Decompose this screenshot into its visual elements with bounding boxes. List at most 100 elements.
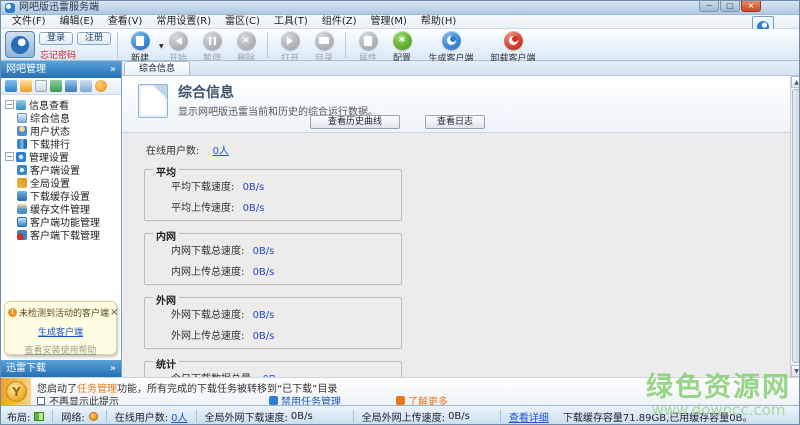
thunder-download-section[interactable]: 迅雷下载 »: [1, 360, 121, 377]
online-users-link[interactable]: 0人: [213, 146, 229, 157]
info-view-icon: [16, 100, 26, 110]
minimize-button[interactable]: −: [699, 1, 719, 12]
menu-help[interactable]: 帮助(H): [414, 15, 463, 29]
sidebar-toolbar-button-3[interactable]: [35, 80, 47, 92]
delete-button[interactable]: × 删除: [229, 31, 263, 64]
statusbar-divider: [353, 410, 354, 422]
sidebar-header-label: 网吧管理: [6, 61, 46, 78]
scrollbar-thumb[interactable]: [792, 89, 800, 363]
stat-row: 外网上传总速度: 0B/s: [171, 327, 401, 342]
open-button[interactable]: 打开: [273, 31, 307, 64]
menu-manage[interactable]: 管理(M): [363, 15, 413, 29]
statusbar-divider: [52, 410, 53, 422]
network-status: 网络:: [61, 409, 97, 424]
stat-row: 平均上传速度: 0B/s: [171, 199, 401, 214]
overview-content: 在线用户数: 0人 平均 平均下载速度: 0B/s 平均上传速度: 0B/s 内: [122, 133, 800, 377]
sidebar-toolbar-button-1[interactable]: [5, 80, 17, 92]
install-help-link[interactable]: 查看安装使用帮助: [8, 343, 113, 356]
config-gear-icon: *: [393, 31, 412, 50]
manage-settings-icon: [16, 152, 26, 162]
sidebar-toolbar-button-6[interactable]: [80, 80, 92, 92]
pause-icon: [203, 31, 222, 50]
generate-client-button[interactable]: 生成客户端: [423, 31, 479, 64]
sidebar-toolbar-button-5[interactable]: [65, 80, 77, 92]
sidebar-toolbar-button-2[interactable]: [20, 80, 32, 92]
chevron-double-icon[interactable]: »: [110, 360, 116, 377]
menu-file[interactable]: 文件(F): [5, 15, 53, 29]
maximize-button[interactable]: □: [720, 1, 740, 12]
scroll-up-icon[interactable]: ▲: [791, 76, 800, 88]
overview-page-icon: [138, 84, 168, 118]
uninstall-client-button[interactable]: 卸载客户端: [485, 31, 541, 64]
toolbar-separator: [267, 32, 268, 58]
tree-item-client-download-manage[interactable]: 客户端下载管理: [3, 228, 121, 241]
cache-file-icon: [17, 204, 27, 214]
open-icon: [281, 31, 300, 50]
sidebar-header[interactable]: 网吧管理 »: [1, 61, 121, 78]
menu-edit[interactable]: 编辑(E): [53, 15, 101, 29]
navigation-tree: − 信息查看 综合信息 用户状态 下载排行 −: [1, 95, 121, 241]
vertical-scrollbar[interactable]: ▲ ▼: [790, 76, 800, 377]
config-button[interactable]: * 配置: [385, 31, 419, 64]
group-title: 平均: [153, 164, 179, 179]
register-button[interactable]: 注册: [77, 32, 111, 45]
menu-tools[interactable]: 工具(T): [267, 15, 315, 29]
online-users-label: 在线用户数:: [146, 146, 199, 157]
sidebar-toolbar-button-7[interactable]: [95, 80, 107, 92]
menu-leiqu[interactable]: 雷区(C): [218, 15, 267, 29]
tab-overview[interactable]: 综合信息: [124, 61, 190, 75]
thunder-swirl-icon: [11, 36, 29, 54]
sidebar-toolbar: [1, 78, 121, 95]
start-icon: [169, 31, 188, 50]
directory-button[interactable]: 目录: [307, 31, 341, 64]
close-button[interactable]: ×: [741, 1, 761, 12]
learn-more-icon: [396, 396, 405, 405]
collapse-icon[interactable]: −: [5, 152, 14, 161]
menu-common-settings[interactable]: 常用设置(R): [149, 15, 218, 29]
collapse-icon[interactable]: −: [5, 100, 14, 109]
start-button[interactable]: 开始: [161, 31, 195, 64]
warning-icon: !: [8, 308, 17, 317]
stat-value: 0B/s: [243, 182, 265, 193]
dont-show-checkbox[interactable]: [37, 397, 45, 405]
menu-view[interactable]: 查看(V): [101, 15, 150, 29]
online-users-row: 在线用户数: 0人: [146, 142, 800, 157]
menu-bar: 文件(F) 编辑(E) 查看(V) 常用设置(R) 雷区(C) 工具(T) 组件…: [1, 15, 800, 29]
group-statistics: 统计 今日下载数据总量: 0B 今日外网下载数据总量: 0B 今日上传数据总量:…: [144, 361, 402, 377]
sidebar-toolbar-button-4[interactable]: [50, 80, 62, 92]
online-users-link[interactable]: 0人: [171, 409, 187, 424]
app-window: 网吧版迅雷服务端 − □ × 文件(F) 编辑(E) 查看(V) 常用设置(R)…: [0, 0, 800, 425]
generate-client-link[interactable]: 生成客户端: [8, 325, 113, 338]
view-detail-link[interactable]: 查看详细: [509, 409, 549, 424]
new-task-icon: [131, 31, 150, 50]
properties-button[interactable]: 属性: [351, 31, 385, 64]
view-log-button[interactable]: 查看日志: [425, 115, 485, 129]
view-history-curve-button[interactable]: 查看历史曲线: [310, 115, 400, 129]
notice-close-icon[interactable]: ×: [109, 308, 119, 317]
thunder-logo-button[interactable]: [5, 31, 35, 58]
group-title: 内网: [153, 228, 179, 243]
chevron-double-icon[interactable]: »: [110, 61, 116, 78]
forgot-password-link[interactable]: 忘记密码: [40, 48, 76, 61]
statusbar-divider: [196, 410, 197, 422]
layout-status: 布局:: [7, 409, 44, 424]
disable-icon: [269, 396, 278, 405]
status-bar: 布局: 网络: 在线用户数: 0人 全局外网下载速度: 0B/s 全局外网上传速…: [1, 405, 800, 425]
client-notice-popup: ! 未检测到活动的客户端 × 生成客户端 查看安装使用帮助: [4, 301, 117, 355]
layout-icon[interactable]: [34, 412, 44, 421]
new-task-button[interactable]: 新建 ▼: [123, 31, 157, 64]
main-panel: 综合信息 综合信息 显示网吧版迅雷当前和历史的综合运行数据。 查看历史曲线 查看…: [122, 61, 800, 377]
tab-bar: 综合信息: [122, 61, 800, 76]
pause-button[interactable]: 暂停: [195, 31, 229, 64]
properties-icon: [359, 31, 378, 50]
window-title: 网吧版迅雷服务端: [19, 1, 99, 15]
scroll-down-icon[interactable]: ▼: [791, 365, 800, 377]
menu-components[interactable]: 组件(Z): [315, 15, 364, 29]
login-button[interactable]: 登录: [39, 32, 73, 45]
group-external: 外网 外网下载总速度: 0B/s 外网上传总速度: 0B/s: [144, 297, 402, 349]
stat-row: 外网下载总速度: 0B/s: [171, 306, 401, 321]
stat-row: 内网上传总速度: 0B/s: [171, 263, 401, 278]
group-intranet: 内网 内网下载总速度: 0B/s 内网上传总速度: 0B/s: [144, 233, 402, 285]
client-function-icon: [17, 217, 27, 227]
window-controls: − □ ×: [699, 1, 761, 12]
